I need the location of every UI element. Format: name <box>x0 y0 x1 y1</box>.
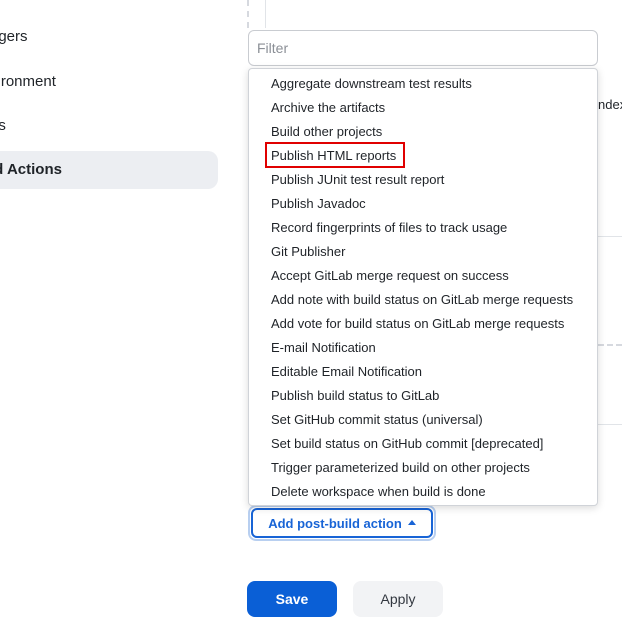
sidebar-item-label: vironment <box>0 73 56 90</box>
menu-item-label: Publish Javadoc <box>271 196 366 211</box>
menu-item[interactable]: Set GitHub commit status (universal) <box>249 408 597 432</box>
sidebar-item-label: ld Actions <box>0 161 62 178</box>
menu-item[interactable]: Add note with build status on GitLab mer… <box>249 288 597 312</box>
menu-item-label: Publish JUnit test result report <box>271 172 445 187</box>
menu-item[interactable]: Set build status on GitHub commit [depre… <box>249 432 597 456</box>
post-build-action-menu: Aggregate downstream test results Archiv… <box>248 68 598 506</box>
menu-item-label: Set build status on GitHub commit [depre… <box>271 436 544 451</box>
menu-item-publish-html-reports[interactable]: Publish HTML reports <box>249 144 597 168</box>
menu-item-label: Add vote for build status on GitLab merg… <box>271 316 565 331</box>
menu-item-label: Git Publisher <box>271 244 346 259</box>
dashed-divider <box>598 344 622 346</box>
divider <box>598 424 622 425</box>
sidebar: ggers vironment ps ld Actions <box>0 0 226 636</box>
add-post-build-action-label: Add post-build action <box>268 515 402 531</box>
menu-item-label: Trigger parameterized build on other pro… <box>271 460 530 475</box>
menu-item[interactable]: Archive the artifacts <box>249 96 597 120</box>
menu-item[interactable]: Delete workspace when build is done <box>249 480 597 504</box>
menu-item[interactable]: Record fingerprints of files to track us… <box>249 216 597 240</box>
menu-item[interactable]: Publish Javadoc <box>249 192 597 216</box>
menu-item-label: Set GitHub commit status (universal) <box>271 412 483 427</box>
menu-item[interactable]: Add vote for build status on GitLab merg… <box>249 312 597 336</box>
section-border <box>265 0 266 28</box>
menu-item[interactable]: E-mail Notification <box>249 336 597 360</box>
menu-item[interactable]: Trigger parameterized build on other pro… <box>249 456 597 480</box>
sidebar-item-environment[interactable]: vironment <box>0 63 218 101</box>
section-dashed-border <box>247 0 249 28</box>
menu-item-label: Record fingerprints of files to track us… <box>271 220 508 235</box>
menu-item-label: Publish HTML reports <box>271 148 397 163</box>
menu-item-label: E-mail Notification <box>271 340 376 355</box>
menu-item[interactable]: Build other projects <box>249 120 597 144</box>
menu-item-label: Build other projects <box>271 124 383 139</box>
menu-item[interactable]: Git Publisher <box>249 240 597 264</box>
page: ggers vironment ps ld Actions ndex Aggre… <box>0 0 622 636</box>
menu-item[interactable]: Publish build status to GitLab <box>249 384 597 408</box>
apply-button[interactable]: Apply <box>353 581 443 617</box>
menu-item[interactable]: Aggregate downstream test results <box>249 72 597 96</box>
menu-item-label: Editable Email Notification <box>271 364 423 379</box>
menu-item-label: Add note with build status on GitLab mer… <box>271 292 574 307</box>
sidebar-item-triggers[interactable]: ggers <box>0 18 218 56</box>
sidebar-item-build-steps[interactable]: ps <box>0 107 218 145</box>
add-post-build-action-button[interactable]: Add post-build action <box>251 508 433 538</box>
menu-item-label: Publish build status to GitLab <box>271 388 440 403</box>
menu-item-label: Aggregate downstream test results <box>271 76 472 91</box>
menu-item[interactable]: Publish JUnit test result report <box>249 168 597 192</box>
divider <box>598 236 622 237</box>
menu-item[interactable]: Accept GitLab merge request on success <box>249 264 597 288</box>
background-text: ndex <box>598 97 622 112</box>
sidebar-item-label: ggers <box>0 28 28 45</box>
menu-item-label: Archive the artifacts <box>271 100 386 115</box>
save-button[interactable]: Save <box>247 581 337 617</box>
menu-item[interactable]: Editable Email Notification <box>249 360 597 384</box>
sidebar-item-label: ps <box>0 117 6 134</box>
caret-up-icon <box>407 520 416 525</box>
menu-item-label: Accept GitLab merge request on success <box>271 268 509 283</box>
menu-item-label: Delete workspace when build is done <box>271 484 486 499</box>
filter-input[interactable] <box>248 30 598 66</box>
sidebar-item-post-build-actions[interactable]: ld Actions <box>0 151 218 189</box>
